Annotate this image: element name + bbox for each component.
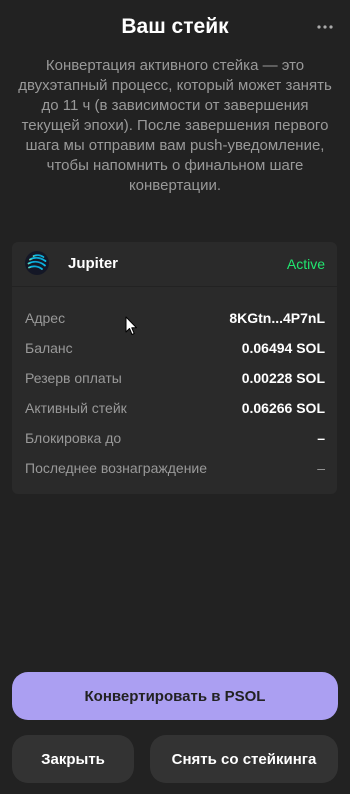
more-horizontal-icon: [317, 25, 333, 29]
detail-label: Баланс: [25, 340, 73, 356]
detail-label: Активный стейк: [25, 400, 127, 416]
detail-value: 0.00228 SOL: [241, 370, 325, 386]
detail-value: 0.06266 SOL: [241, 400, 325, 416]
detail-label: Блокировка до: [25, 430, 122, 446]
detail-value: 8KGtn...4P7nL: [229, 310, 325, 326]
detail-label: Адрес: [25, 310, 66, 326]
status-badge: Active: [286, 256, 325, 272]
detail-row-balance: Баланс 0.06494 SOL: [12, 333, 337, 363]
detail-value: –: [317, 430, 325, 446]
detail-label: Последнее вознаграждение: [25, 460, 208, 476]
details-list: Адрес 8KGtn...4P7nL Баланс 0.06494 SOL Р…: [12, 303, 337, 483]
conversion-description: Конвертация активного стейка — это двухэ…: [18, 57, 332, 194]
validator-name: Jupiter: [68, 255, 119, 272]
detail-row-address: Адрес 8KGtn...4P7nL: [12, 303, 337, 333]
close-button[interactable]: Закрыть: [12, 735, 134, 783]
detail-row-last-reward: Последнее вознаграждение –: [12, 453, 337, 483]
header: Ваш стейк: [0, 12, 350, 42]
detail-row-rent-reserve: Резерв оплаты 0.00228 SOL: [12, 363, 337, 393]
convert-to-psol-button[interactable]: Конвертировать в PSOL: [12, 672, 338, 720]
detail-value: –: [317, 460, 325, 476]
jupiter-logo-icon: [25, 251, 49, 275]
validator-header: Jupiter Active: [12, 242, 337, 287]
detail-value: 0.06494 SOL: [241, 340, 325, 356]
detail-row-lockup: Блокировка до –: [12, 423, 337, 453]
unstake-button[interactable]: Снять со стейкинга: [150, 735, 338, 783]
mouse-cursor-icon: [125, 316, 137, 335]
detail-row-active-stake: Активный стейк 0.06266 SOL: [12, 393, 337, 423]
detail-label: Резерв оплаты: [25, 370, 122, 386]
stake-details-card: Jupiter Active Адрес 8KGtn...4P7nL Балан…: [12, 242, 337, 494]
page-title: Ваш стейк: [121, 15, 229, 38]
more-menu-button[interactable]: [312, 15, 338, 39]
